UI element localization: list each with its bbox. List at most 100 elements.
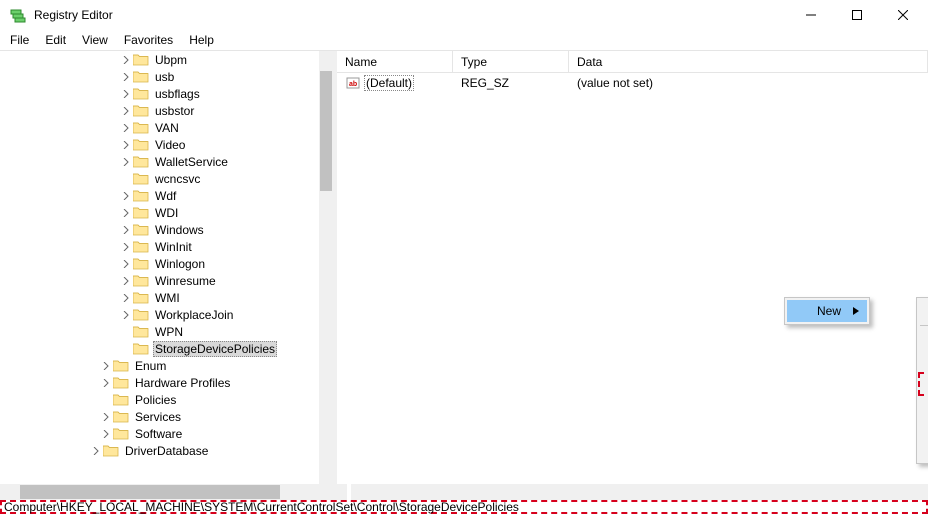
column-data[interactable]: Data (569, 51, 928, 72)
context-item-binary-value[interactable]: Binary Value (919, 351, 928, 373)
list-horizontal-scrollbar[interactable] (351, 484, 928, 500)
chevron-right-icon (853, 304, 859, 318)
tree-item[interactable]: Windows (0, 221, 319, 238)
tree-item-label: Enum (133, 359, 168, 373)
folder-icon (133, 121, 149, 135)
tree-horizontal-scrollbar[interactable] (0, 484, 333, 500)
tree-item[interactable]: WDI (0, 204, 319, 221)
tree-item[interactable]: Ubpm (0, 51, 319, 68)
tree-item[interactable]: Video (0, 136, 319, 153)
expander-icon[interactable] (120, 122, 132, 134)
tree-item-label: Ubpm (153, 53, 189, 67)
context-item-dword-32[interactable]: DWORD (32-bit) Value (919, 373, 928, 395)
scrollbar-thumb[interactable] (320, 71, 332, 191)
menu-view[interactable]: View (74, 30, 116, 50)
tree-vertical-scrollbar[interactable] (319, 51, 333, 484)
value-name: (Default) (364, 75, 414, 91)
tree-item[interactable]: WPN (0, 323, 319, 340)
tree-item[interactable]: usb (0, 68, 319, 85)
folder-icon (133, 87, 149, 101)
tree-item[interactable]: Services (0, 408, 319, 425)
main-area: Ubpmusbusbflags usbstorVAN VideoWalletServ… (0, 51, 928, 484)
context-item-key[interactable]: Key (919, 300, 928, 322)
folder-icon (133, 172, 149, 186)
context-item-qword-64[interactable]: QWORD (64-bit) Value (919, 395, 928, 417)
folder-icon (133, 206, 149, 220)
expander-icon[interactable] (100, 377, 112, 389)
tree-item[interactable]: WorkplaceJoin (0, 306, 319, 323)
expander-icon[interactable] (120, 54, 132, 66)
list-pane[interactable]: Name Type Data ab (Default) REG_SZ (valu… (337, 51, 928, 484)
tree-item[interactable]: Policies (0, 391, 319, 408)
tree-item[interactable]: Wdf (0, 187, 319, 204)
folder-icon (133, 308, 149, 322)
expander-icon[interactable] (120, 71, 132, 83)
status-bar: Computer\HKEY_LOCAL_MACHINE\SYSTEM\Curre… (0, 500, 928, 514)
tree-item[interactable]: Winlogon (0, 255, 319, 272)
menu-favorites[interactable]: Favorites (116, 30, 181, 50)
context-item-expandable-string[interactable]: Expandable String Value (919, 439, 928, 461)
scroll-corner (333, 484, 347, 500)
expander-icon[interactable] (120, 275, 132, 287)
tree-item-label: Video (153, 138, 187, 152)
tree-item[interactable]: usbflags (0, 85, 319, 102)
expander-icon[interactable] (120, 139, 132, 151)
expander-icon[interactable] (100, 360, 112, 372)
tree-item[interactable]: Software (0, 425, 319, 442)
menu-separator (920, 325, 928, 326)
tree-item[interactable]: wcncsvc (0, 170, 319, 187)
tree-pane[interactable]: Ubpmusbusbflags usbstorVAN VideoWalletServ… (0, 51, 333, 484)
status-path: Computer\HKEY_LOCAL_MACHINE\SYSTEM\Curre… (4, 500, 519, 514)
expander-icon[interactable] (120, 105, 132, 117)
expander-icon[interactable] (120, 258, 132, 270)
tree-item-label: usbstor (153, 104, 196, 118)
expander-icon[interactable] (100, 428, 112, 440)
expander-icon[interactable] (120, 156, 132, 168)
folder-icon (133, 104, 149, 118)
expander-icon[interactable] (120, 241, 132, 253)
context-item-new[interactable]: New (787, 300, 867, 322)
expander-icon[interactable] (120, 88, 132, 100)
column-type[interactable]: Type (453, 51, 569, 72)
expander-icon[interactable] (120, 190, 132, 202)
string-value-icon: ab (345, 75, 361, 91)
tree-item[interactable]: StorageDevicePolicies (0, 340, 319, 357)
tree-control-children: Ubpmusbusbflags usbstorVAN VideoWalletServ… (0, 51, 319, 357)
tree-item[interactable]: Enum (0, 357, 319, 374)
context-item-multi-string[interactable]: Multi-String Value (919, 417, 928, 439)
expander-icon[interactable] (120, 292, 132, 304)
expander-icon[interactable] (120, 207, 132, 219)
list-row[interactable]: ab (Default) REG_SZ (value not set) (337, 73, 928, 91)
menu-edit[interactable]: Edit (37, 30, 74, 50)
folder-icon (133, 138, 149, 152)
tree-item-label: Windows (153, 223, 206, 237)
column-name[interactable]: Name (337, 51, 453, 72)
close-button[interactable] (880, 0, 926, 30)
value-type: REG_SZ (453, 76, 569, 90)
tree-item[interactable]: DriverDatabase (0, 442, 319, 459)
expander-icon[interactable] (120, 309, 132, 321)
folder-icon (133, 291, 149, 305)
menu-help[interactable]: Help (181, 30, 222, 50)
minimize-button[interactable] (788, 0, 834, 30)
maximize-button[interactable] (834, 0, 880, 30)
tree-item[interactable]: Hardware Profiles (0, 374, 319, 391)
tree-item[interactable]: WMI (0, 289, 319, 306)
expander-icon[interactable] (120, 224, 132, 236)
menu-file[interactable]: File (2, 30, 37, 50)
folder-icon (113, 393, 129, 407)
tree-inner: Ubpmusbusbflags usbstorVAN VideoWalletServ… (0, 51, 319, 484)
scrollbar-thumb[interactable] (20, 485, 280, 499)
tree-item[interactable]: Winresume (0, 272, 319, 289)
context-item-string-value[interactable]: String Value (919, 329, 928, 351)
context-menu-secondary: Key String Value Binary Value DWORD (32-… (916, 297, 928, 464)
tree-item[interactable]: usbstor (0, 102, 319, 119)
titlebar: Registry Editor (0, 0, 928, 30)
tree-item[interactable]: WinInit (0, 238, 319, 255)
expander-icon[interactable] (100, 411, 112, 423)
folder-icon (133, 257, 149, 271)
tree-item[interactable]: VAN (0, 119, 319, 136)
folder-icon (113, 376, 129, 390)
tree-item[interactable]: WalletService (0, 153, 319, 170)
expander-icon[interactable] (90, 445, 102, 457)
